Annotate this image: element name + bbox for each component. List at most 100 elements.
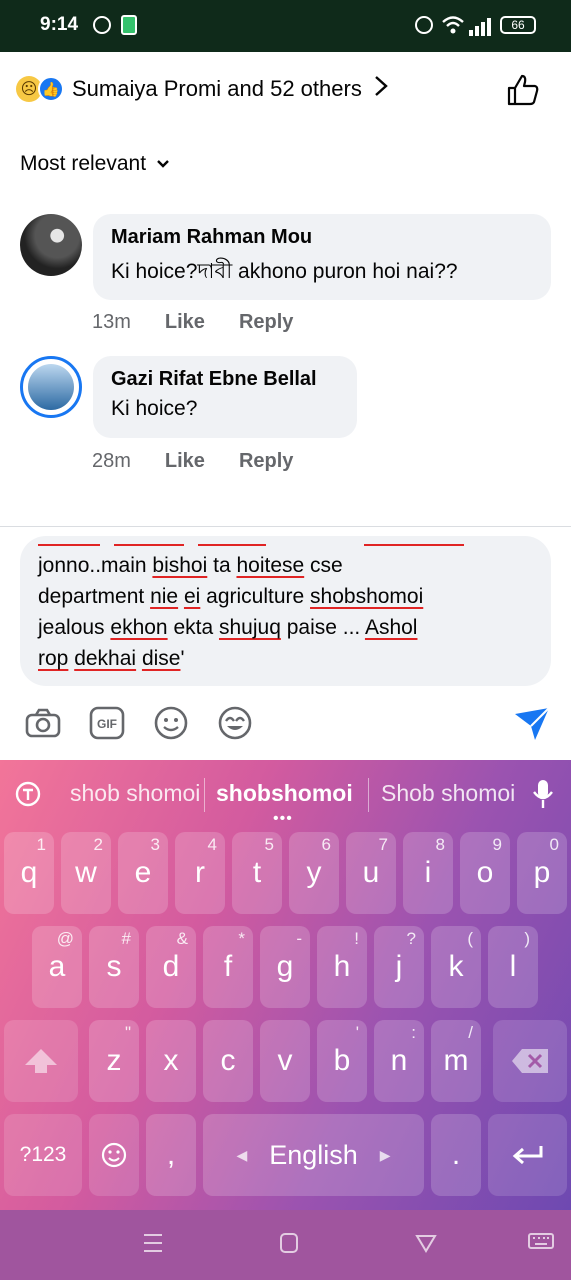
- key-j[interactable]: ? j: [374, 926, 424, 1008]
- key-p[interactable]: 0p: [517, 832, 567, 914]
- comment-actions: 28m Like Reply: [92, 450, 293, 473]
- key-r[interactable]: 4r: [175, 832, 225, 914]
- home-icon[interactable]: [279, 1232, 299, 1261]
- like-reaction-icon: 👍: [38, 76, 64, 102]
- more-suggestions-icon[interactable]: •••: [273, 810, 293, 828]
- key-m[interactable]: / m: [431, 1020, 481, 1102]
- status-time: 9:14: [40, 14, 79, 35]
- gif-icon[interactable]: GIF: [88, 704, 126, 742]
- chevron-down-icon: [156, 156, 170, 172]
- send-icon[interactable]: [513, 706, 551, 744]
- comment-author[interactable]: Mariam Rahman Mou: [111, 226, 533, 249]
- key-n[interactable]: :n: [374, 1020, 424, 1102]
- key-d[interactable]: & d: [146, 926, 196, 1008]
- enter-icon: [512, 1146, 542, 1165]
- translate-icon[interactable]: [14, 780, 42, 813]
- sort-label: Most relevant: [20, 152, 147, 175]
- shift-key[interactable]: [4, 1020, 78, 1102]
- reply-comment-button[interactable]: Reply: [239, 450, 293, 473]
- key-b[interactable]: ' b: [317, 1020, 367, 1102]
- suggestion-bar: shob shomoi shobshomoi Shob shomoi •••: [0, 760, 571, 828]
- like-post-button[interactable]: [505, 72, 541, 108]
- navigation-bar: [0, 1210, 571, 1280]
- microphone-icon[interactable]: [532, 778, 554, 815]
- key-t[interactable]: 5t: [232, 832, 282, 914]
- comment-actions: 13m Like Reply: [92, 311, 293, 334]
- key-i[interactable]: 8i: [403, 832, 453, 914]
- whatsapp-icon: [92, 14, 112, 36]
- composer-line: jonno..main bishoi ta hoitese cse: [38, 554, 343, 577]
- key-a[interactable]: @ a: [32, 926, 82, 1008]
- key-z[interactable]: " z: [89, 1020, 139, 1102]
- emoji-key[interactable]: [89, 1114, 139, 1196]
- avatar[interactable]: [20, 214, 82, 276]
- signal-icon: [468, 14, 492, 36]
- battery-icon: 66: [498, 14, 538, 36]
- composer-line: rop dekhai dise': [38, 647, 185, 670]
- space-key[interactable]: ◀ English ▶: [203, 1114, 424, 1196]
- sort-dropdown[interactable]: Most relevant: [20, 152, 170, 176]
- reactions-text: Sumaiya Promi and 52 others: [72, 76, 362, 101]
- enter-key[interactable]: [488, 1114, 567, 1196]
- divider: [0, 526, 571, 527]
- keyboard: shob shomoi shobshomoi Shob shomoi ••• 1…: [0, 760, 571, 1210]
- keyboard-hide-icon[interactable]: [528, 1232, 554, 1260]
- key-w[interactable]: 2w: [61, 832, 111, 914]
- divider: [368, 778, 369, 812]
- comma-key[interactable]: ,: [146, 1114, 196, 1196]
- comment-text: Ki hoice?দাবী akhono puron hoi nai??: [111, 260, 458, 283]
- comment-input[interactable]: jonno..main bishoi ta hoitese cse depart…: [20, 536, 551, 686]
- wifi-icon: [440, 14, 466, 36]
- comment-time: 13m: [92, 311, 131, 333]
- comment-time: 28m: [92, 450, 131, 472]
- reply-comment-button[interactable]: Reply: [239, 311, 293, 334]
- like-comment-button[interactable]: Like: [165, 450, 205, 473]
- backspace-icon: [512, 1049, 548, 1073]
- key-g[interactable]: -g: [260, 926, 310, 1008]
- reactions-summary[interactable]: ☹ 👍 Sumaiya Promi and 52 others: [16, 72, 388, 106]
- alarm-icon: [412, 14, 436, 36]
- composer-line: department nie ei agriculture shobshomoi: [38, 585, 424, 608]
- suggestion-item[interactable]: shob shomoi: [70, 780, 200, 807]
- sticker-icon[interactable]: [152, 704, 190, 742]
- key-u[interactable]: 7u: [346, 832, 396, 914]
- battery-saver-icon: [120, 14, 138, 36]
- comment-bubble[interactable]: Mariam Rahman Mou Ki hoice?দাবী akhono p…: [93, 214, 551, 300]
- comments-sheet: ☹ 👍 Sumaiya Promi and 52 others Most rel…: [0, 52, 571, 760]
- emoji-icon: [101, 1142, 127, 1168]
- key-s[interactable]: # s: [89, 926, 139, 1008]
- key-v[interactable]: v: [260, 1020, 310, 1102]
- composer-line: jealous ekhon ekta shujuq paise ... Asho…: [38, 616, 418, 639]
- key-c[interactable]: c: [203, 1020, 253, 1102]
- svg-text:GIF: GIF: [97, 717, 117, 731]
- symbols-key[interactable]: ?123: [4, 1114, 82, 1196]
- key-l[interactable]: ) l: [488, 926, 538, 1008]
- suggestion-item[interactable]: Shob shomoi: [381, 780, 515, 807]
- key-y[interactable]: 6y: [289, 832, 339, 914]
- key-q[interactable]: 1q: [4, 832, 54, 914]
- comment-bubble[interactable]: Gazi Rifat Ebne Bellal Ki hoice?: [93, 356, 357, 438]
- comment-text: Ki hoice?: [111, 397, 198, 420]
- thumbs-up-icon: [507, 74, 539, 106]
- period-key[interactable]: .: [431, 1114, 481, 1196]
- key-e[interactable]: 3e: [118, 832, 168, 914]
- battery-level: 66: [500, 16, 536, 34]
- status-bar: 9:14 66: [0, 0, 571, 52]
- key-x[interactable]: x: [146, 1020, 196, 1102]
- language-label: English: [269, 1139, 358, 1170]
- key-o[interactable]: 9o: [460, 832, 510, 914]
- back-icon[interactable]: [415, 1232, 437, 1261]
- caret-right-icon: ▶: [379, 1146, 391, 1163]
- key-k[interactable]: (k: [431, 926, 481, 1008]
- like-comment-button[interactable]: Like: [165, 311, 205, 334]
- menu-icon[interactable]: [143, 1232, 163, 1261]
- chevron-right-icon: [374, 75, 388, 104]
- key-h[interactable]: ! h: [317, 926, 367, 1008]
- avatar[interactable]: [20, 356, 82, 418]
- suggestion-item[interactable]: shobshomoi: [216, 780, 353, 807]
- avatar-sticker-icon[interactable]: [216, 704, 254, 742]
- comment-author[interactable]: Gazi Rifat Ebne Bellal: [111, 368, 339, 391]
- backspace-key[interactable]: [493, 1020, 567, 1102]
- key-f[interactable]: * f: [203, 926, 253, 1008]
- camera-icon[interactable]: [24, 704, 62, 742]
